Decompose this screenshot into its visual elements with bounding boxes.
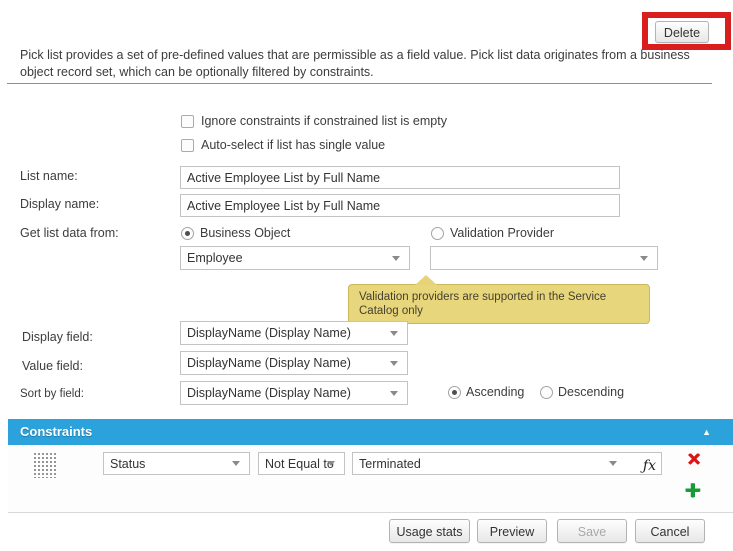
get-list-data-from-label: Get list data from: (20, 226, 119, 241)
pick-list-dialog: Delete Pick list provides a set of pre-d… (0, 0, 733, 551)
usage-stats-button[interactable]: Usage stats (389, 519, 470, 543)
constraint-field-value: Status (110, 457, 145, 471)
descending-label: Descending (558, 385, 624, 400)
list-name-input[interactable] (180, 166, 620, 189)
list-name-label: List name: (20, 169, 78, 184)
cancel-button[interactable]: Cancel (635, 519, 705, 543)
remove-constraint-icon[interactable]: ✕ (687, 450, 701, 470)
auto-select-checkbox[interactable] (181, 139, 194, 152)
validation-provider-label: Validation Provider (450, 226, 554, 241)
business-object-label: Business Object (200, 226, 290, 241)
divider (7, 83, 712, 84)
display-field-label: Display field: (22, 330, 93, 345)
auto-select-label: Auto-select if list has single value (201, 138, 385, 153)
value-field-value: DisplayName (Display Name) (187, 356, 351, 370)
ignore-constraints-label: Ignore constraints if constrained list i… (201, 114, 447, 129)
ascending-radio[interactable] (448, 386, 461, 399)
tooltip-text: Validation providers are supported in th… (359, 291, 606, 317)
sort-by-field-dropdown[interactable]: DisplayName (Display Name) (180, 381, 408, 405)
constraints-header: Constraints ▲ (8, 419, 733, 445)
business-object-dropdown-value: Employee (187, 251, 243, 265)
value-field-label: Value field: (22, 359, 83, 374)
chevron-down-icon (609, 461, 617, 466)
add-constraint-icon[interactable]: + (685, 477, 701, 504)
delete-button[interactable]: Delete (655, 21, 709, 43)
sort-by-field-label: Sort by field: (20, 387, 84, 402)
drag-handle-icon[interactable] (33, 452, 56, 478)
display-name-input[interactable] (180, 194, 620, 217)
constraints-title: Constraints (20, 424, 92, 439)
save-button[interactable]: Save (557, 519, 627, 543)
validation-provider-dropdown[interactable] (430, 246, 658, 270)
chevron-down-icon (390, 361, 398, 366)
chevron-down-icon (232, 461, 240, 466)
display-field-dropdown[interactable]: DisplayName (Display Name) (180, 321, 408, 345)
expression-fx-icon[interactable]: ƒx (643, 455, 656, 475)
validation-provider-tooltip: Validation providers are supported in th… (348, 284, 650, 324)
sort-by-field-value: DisplayName (Display Name) (187, 386, 351, 400)
display-field-value: DisplayName (Display Name) (187, 326, 351, 340)
constraint-operator-value: Not Equal to (265, 457, 334, 471)
chevron-down-icon (327, 461, 335, 466)
ascending-label: Ascending (466, 385, 524, 400)
chevron-down-icon (392, 256, 400, 261)
descending-radio[interactable] (540, 386, 553, 399)
business-object-radio[interactable] (181, 227, 194, 240)
constraint-operator-dropdown[interactable]: Not Equal to (258, 452, 345, 475)
chevron-down-icon (390, 391, 398, 396)
validation-provider-radio[interactable] (431, 227, 444, 240)
collapse-arrow-icon[interactable]: ▲ (702, 419, 711, 445)
constraint-value-value: Terminated (359, 457, 421, 471)
tooltip-pointer (415, 275, 437, 285)
display-name-label: Display name: (20, 197, 99, 212)
preview-button[interactable]: Preview (477, 519, 547, 543)
constraint-field-dropdown[interactable]: Status (103, 452, 250, 475)
chevron-down-icon (390, 331, 398, 336)
description-text: Pick list provides a set of pre-defined … (20, 47, 713, 81)
value-field-dropdown[interactable]: DisplayName (Display Name) (180, 351, 408, 375)
chevron-down-icon (640, 256, 648, 261)
ignore-constraints-checkbox[interactable] (181, 115, 194, 128)
constraint-value-dropdown[interactable]: Terminated ƒx (352, 452, 662, 475)
business-object-dropdown[interactable]: Employee (180, 246, 410, 270)
